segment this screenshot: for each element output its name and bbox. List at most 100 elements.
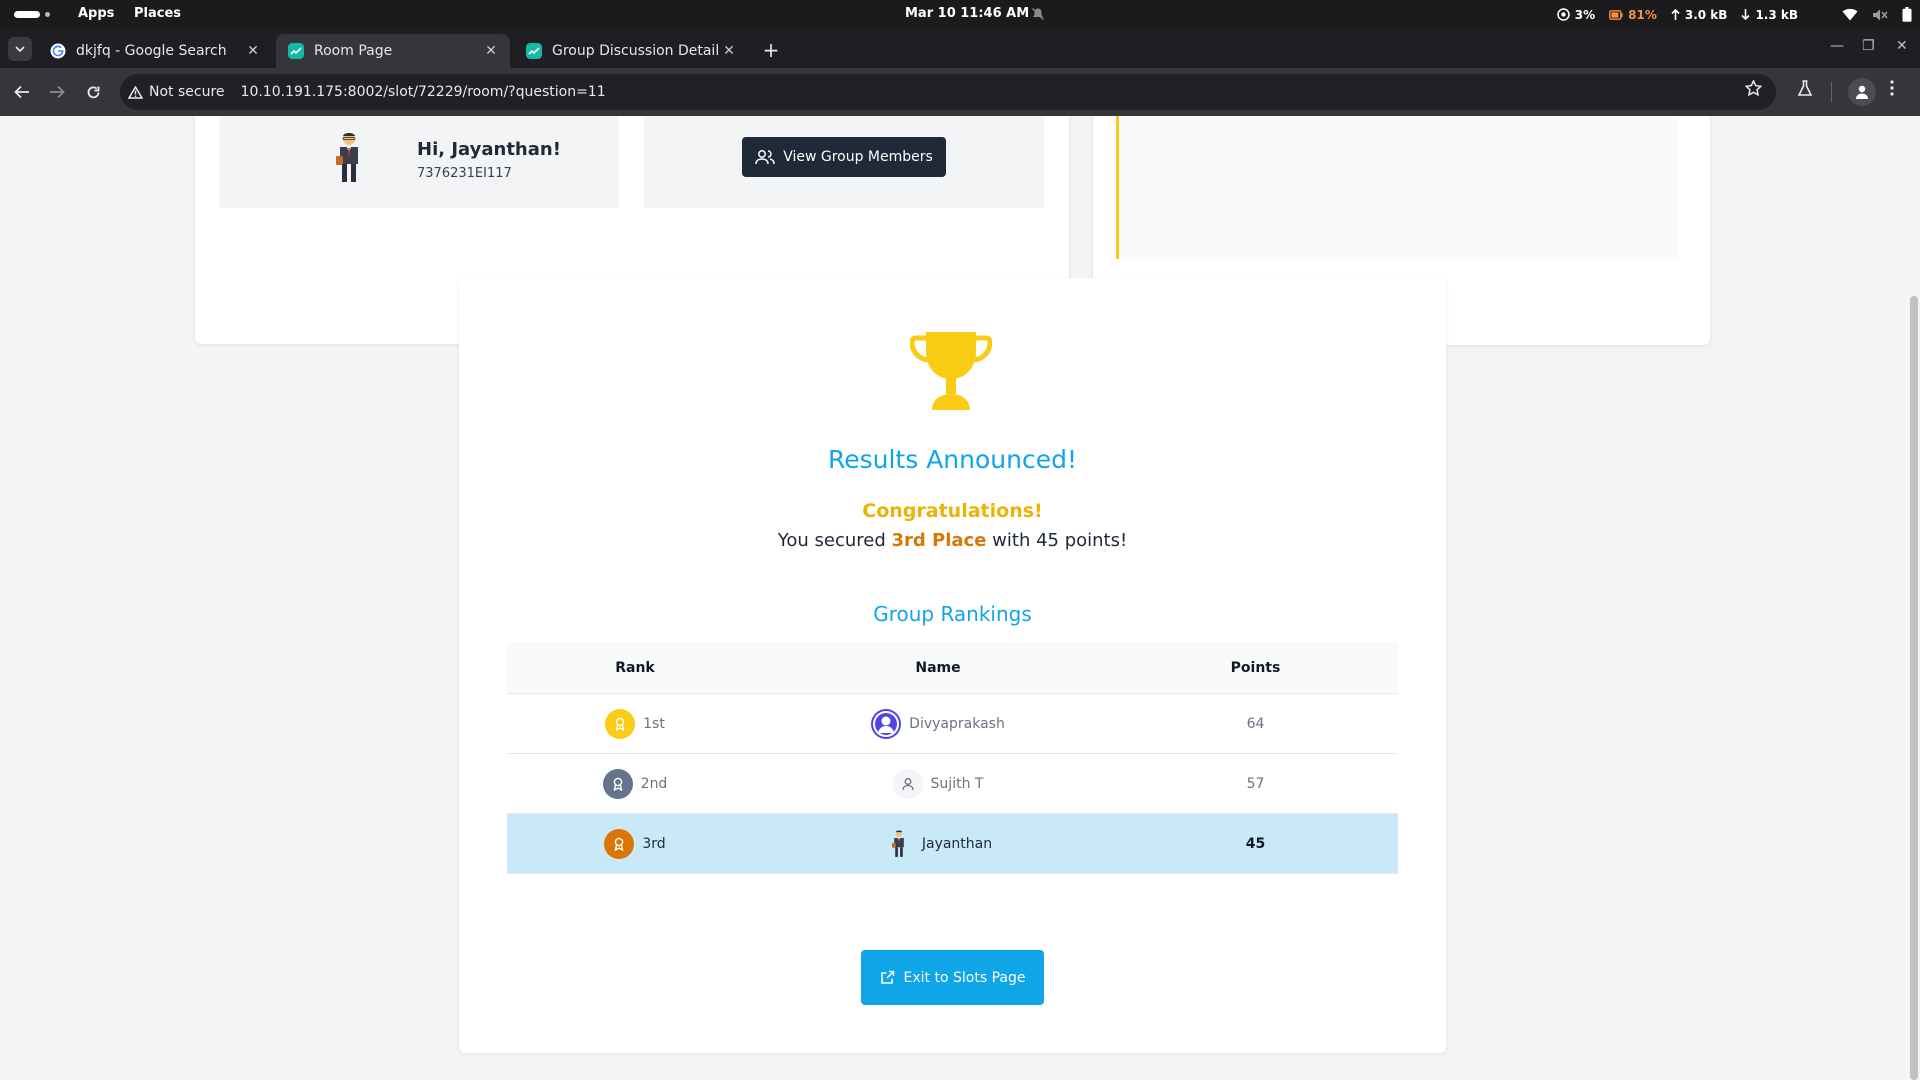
- member-name: Sujith T: [930, 775, 984, 792]
- labs-button[interactable]: [1797, 80, 1813, 101]
- battery-indicator[interactable]: 81%: [1609, 8, 1657, 22]
- tab-search-button[interactable]: [8, 37, 32, 61]
- user-id: 7376231EI117: [417, 166, 512, 181]
- arrow-up-icon: [1671, 9, 1680, 20]
- minimize-icon[interactable]: —: [1830, 38, 1844, 54]
- results-card: Results Announced! Congratulations! You …: [459, 278, 1446, 1053]
- medal-icon: [605, 708, 636, 739]
- cpu-icon: [1557, 8, 1570, 21]
- new-tab-button[interactable]: +: [760, 38, 782, 62]
- browser-menu-button[interactable]: [1890, 80, 1894, 100]
- upload-indicator[interactable]: 3.0 kB: [1671, 7, 1728, 22]
- table-header: Rank Name Points: [507, 642, 1398, 694]
- table-row-current-user: 3rd Jayanthan 45: [507, 814, 1398, 874]
- congratulations-text: Congratulations!: [862, 500, 1043, 522]
- character-avatar: [884, 829, 914, 859]
- view-group-members-button[interactable]: View Group Members: [742, 137, 946, 177]
- trophy-icon: [910, 332, 992, 410]
- arrow-left-icon: [14, 85, 29, 99]
- cpu-indicator[interactable]: 3%: [1557, 8, 1595, 22]
- placement-text: 3rd Place: [891, 530, 987, 551]
- summary-prefix: You secured: [777, 530, 892, 551]
- question-panel: [1116, 116, 1679, 259]
- system-top-bar: Apps Places Mar 10 11:46 AM 3% 81% 3.0 k…: [0, 0, 1920, 29]
- rankings-table: Rank Name Points 1st Divyaprakash 64 2nd…: [507, 642, 1398, 874]
- group-members-box: View Group Members: [644, 116, 1044, 208]
- points-column-header: Points: [1230, 659, 1281, 676]
- tab-room-page[interactable]: Room Page ✕: [276, 34, 510, 68]
- warning-triangle-icon: [128, 85, 143, 99]
- close-window-icon[interactable]: ✕: [1896, 38, 1908, 54]
- download-value: 1.3 kB: [1755, 7, 1798, 22]
- battery-icon: [1609, 9, 1623, 20]
- toolbar-divider: [1831, 82, 1832, 102]
- summary-suffix: with 45 points!: [986, 530, 1128, 551]
- rank-value: 1st: [643, 715, 665, 732]
- result-summary: You secured 3rd Place with 45 points!: [459, 530, 1446, 551]
- star-icon: [1744, 79, 1763, 97]
- rank-value: 3rd: [642, 835, 666, 852]
- wifi-icon[interactable]: [1842, 8, 1858, 21]
- profile-button[interactable]: [1848, 78, 1876, 106]
- battery-value: 81%: [1628, 7, 1657, 22]
- more-vertical-icon: [1890, 80, 1894, 96]
- apps-menu[interactable]: Apps: [78, 6, 114, 21]
- medal-icon: [604, 828, 635, 859]
- forward-button[interactable]: [45, 80, 69, 104]
- users-icon: [755, 150, 775, 165]
- browser-toolbar: Not secure 10.10.191.175:8002/slot/72229…: [0, 68, 1920, 116]
- download-indicator[interactable]: 1.3 kB: [1741, 8, 1798, 22]
- tab-title: Group Discussion Details: [552, 43, 720, 59]
- close-tab-icon[interactable]: ✕: [720, 43, 738, 59]
- close-tab-icon[interactable]: ✕: [482, 43, 500, 59]
- reload-button[interactable]: [81, 80, 105, 104]
- url-text[interactable]: 10.10.191.175:8002/slot/72229/room/?ques…: [241, 84, 606, 100]
- back-button[interactable]: [10, 80, 34, 104]
- chevron-down-icon: [15, 45, 25, 52]
- exit-label: Exit to Slots Page: [903, 969, 1026, 986]
- site-favicon-icon: [288, 43, 304, 59]
- power-battery-icon[interactable]: [1902, 7, 1912, 22]
- points-value: 64: [1246, 715, 1265, 732]
- user-profile-box: Hi, Jayanthan! 7376231EI117: [219, 116, 619, 208]
- restore-icon[interactable]: ❐: [1862, 38, 1875, 54]
- places-menu[interactable]: Places: [134, 6, 181, 21]
- security-indicator[interactable]: Not secure: [128, 84, 237, 100]
- page-viewport: Hi, Jayanthan! 7376231EI117 View Group M…: [0, 116, 1920, 1080]
- results-title: Results Announced!: [827, 445, 1077, 474]
- user-greeting: Hi, Jayanthan!: [417, 139, 561, 160]
- close-tab-icon[interactable]: ✕: [244, 43, 262, 59]
- arrow-down-icon: [1741, 9, 1751, 20]
- flask-icon: [1797, 80, 1813, 96]
- cpu-value: 3%: [1574, 7, 1596, 22]
- name-column-header: Name: [915, 659, 961, 676]
- volume-muted-icon[interactable]: [1872, 8, 1888, 22]
- workspace-dot: [45, 12, 50, 17]
- not-secure-label: Not secure: [149, 84, 225, 100]
- user-avatar: [336, 133, 358, 182]
- member-name: Jayanthan: [921, 835, 993, 852]
- address-bar[interactable]: Not secure 10.10.191.175:8002/slot/72229…: [120, 74, 1776, 110]
- scrollbar-thumb[interactable]: [1910, 296, 1918, 1080]
- system-clock[interactable]: Mar 10 11:46 AM: [905, 6, 1029, 21]
- view-group-members-label: View Group Members: [783, 149, 933, 165]
- activities-indicator[interactable]: [14, 11, 40, 18]
- notifications-muted-icon[interactable]: [1031, 7, 1045, 21]
- arrow-right-icon: [50, 85, 65, 99]
- upload-value: 3.0 kB: [1684, 7, 1728, 22]
- browser-tab-strip: dkjfq - Google Search ✕ Room Page ✕ Grou…: [0, 29, 1920, 68]
- tab-google-search[interactable]: dkjfq - Google Search ✕: [38, 34, 272, 68]
- user-circle-icon: [871, 708, 902, 739]
- exit-to-slots-button[interactable]: Exit to Slots Page: [861, 950, 1044, 1005]
- vertical-scrollbar[interactable]: [1906, 116, 1920, 1080]
- member-name: Divyaprakash: [909, 715, 1005, 732]
- tab-group-discussion-details[interactable]: Group Discussion Details ✕: [514, 34, 748, 68]
- tab-title: Room Page: [314, 43, 393, 59]
- points-value: 57: [1246, 775, 1265, 792]
- rank-value: 2nd: [640, 775, 668, 792]
- bookmark-star-button[interactable]: [1744, 79, 1763, 100]
- reload-icon: [87, 85, 99, 98]
- tab-title: dkjfq - Google Search: [76, 43, 227, 59]
- group-rankings-title: Group Rankings: [873, 602, 1032, 626]
- points-value: 45: [1245, 835, 1266, 852]
